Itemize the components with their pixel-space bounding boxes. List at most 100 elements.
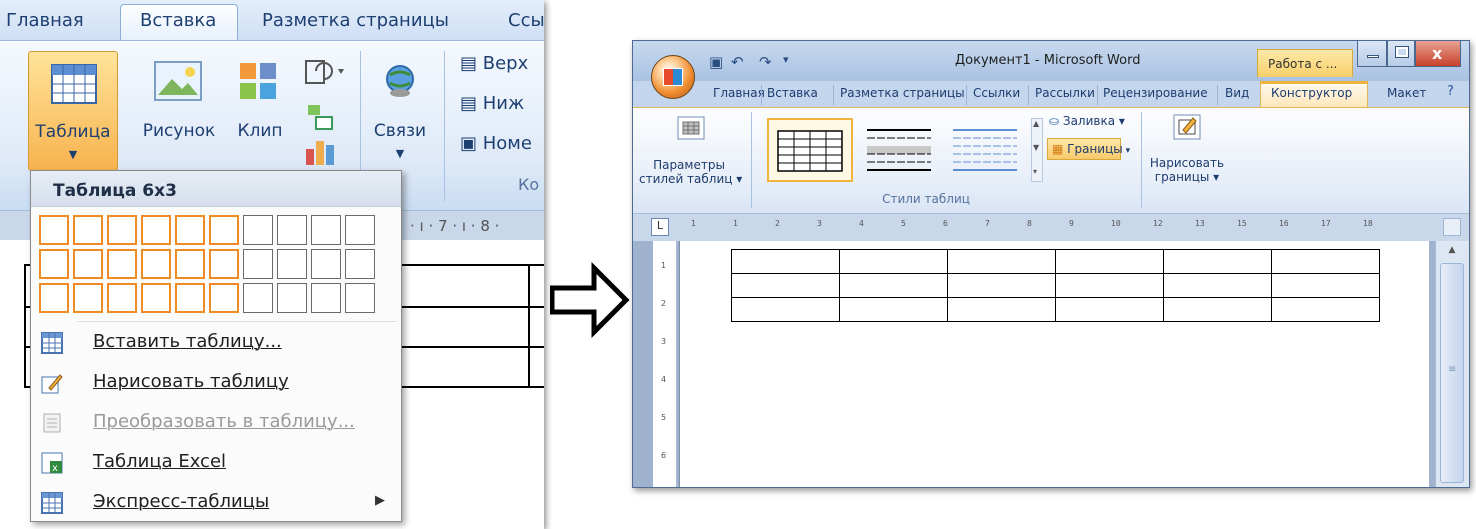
tab-home[interactable]: Главная bbox=[713, 86, 765, 100]
tab-references[interactable]: Ссылки bbox=[973, 86, 1020, 100]
excel-table-menu-item[interactable]: x Таблица Excel bbox=[31, 443, 401, 483]
table-cell[interactable] bbox=[839, 249, 948, 274]
grid-cell[interactable] bbox=[39, 249, 69, 279]
tab-selector-icon[interactable]: L bbox=[651, 218, 669, 236]
grid-cell[interactable] bbox=[277, 249, 307, 279]
table-cell[interactable] bbox=[947, 249, 1056, 274]
insert-table-menu-item[interactable]: Вставить таблицу... bbox=[31, 323, 401, 363]
help-icon[interactable]: ? bbox=[1447, 84, 1454, 99]
tab-review[interactable]: Рецензирование bbox=[1103, 86, 1208, 100]
office-button[interactable] bbox=[651, 55, 695, 99]
table-button[interactable]: Таблица ▼ bbox=[28, 51, 118, 171]
grid-cell[interactable] bbox=[345, 283, 375, 313]
tab-references[interactable]: Ссы bbox=[508, 10, 544, 31]
grid-cell[interactable] bbox=[209, 283, 239, 313]
draw-borders-button[interactable]: Нарисовать границы ▾ bbox=[1145, 108, 1229, 212]
footer-button[interactable]: ▤ Ниж bbox=[460, 93, 524, 114]
clip-button[interactable]: Клип bbox=[232, 51, 288, 161]
grid-cell[interactable] bbox=[39, 215, 69, 245]
grid-cell[interactable] bbox=[345, 215, 375, 245]
grid-cell[interactable] bbox=[243, 249, 273, 279]
scroll-up-icon[interactable]: ▲ bbox=[1440, 245, 1464, 261]
grid-cell[interactable] bbox=[277, 215, 307, 245]
grid-cell[interactable] bbox=[311, 283, 341, 313]
grid-cell[interactable] bbox=[141, 215, 171, 245]
grid-cell[interactable] bbox=[277, 283, 307, 313]
grid-cell[interactable] bbox=[107, 283, 137, 313]
redo-icon[interactable]: ↷ bbox=[759, 53, 772, 71]
scroll-thumb[interactable]: ≡ bbox=[1440, 263, 1464, 483]
table-cell[interactable] bbox=[1271, 249, 1380, 274]
table-cell[interactable] bbox=[731, 273, 840, 298]
table-cell[interactable] bbox=[1163, 249, 1272, 274]
table-style-options-button[interactable]: Параметры стилей таблиц ▾ bbox=[639, 108, 742, 212]
grid-cell[interactable] bbox=[39, 283, 69, 313]
header-button[interactable]: ▤ Верх bbox=[460, 53, 528, 74]
grid-cell[interactable] bbox=[73, 215, 103, 245]
shapes-icon bbox=[305, 60, 344, 84]
grid-cell[interactable] bbox=[107, 215, 137, 245]
table-cell[interactable] bbox=[839, 297, 948, 322]
grid-cell[interactable] bbox=[243, 215, 273, 245]
table-cell[interactable] bbox=[1055, 273, 1164, 298]
shading-button[interactable]: ⛀ Заливка ▾ bbox=[1049, 114, 1125, 128]
grid-cell[interactable] bbox=[345, 249, 375, 279]
table-size-grid[interactable] bbox=[39, 215, 379, 315]
table-cell[interactable] bbox=[947, 297, 1056, 322]
grid-cell[interactable] bbox=[141, 283, 171, 313]
table-cell[interactable] bbox=[839, 273, 948, 298]
tab-page-layout[interactable]: Разметка страницы bbox=[262, 10, 449, 31]
grid-cell[interactable] bbox=[209, 215, 239, 245]
convert-to-table-menu-item[interactable]: Преобразовать в таблицу... bbox=[31, 403, 401, 443]
minimize-button[interactable] bbox=[1357, 41, 1387, 67]
grid-cell[interactable] bbox=[209, 249, 239, 279]
tab-mailings[interactable]: Рассылки bbox=[1035, 86, 1095, 100]
vertical-scrollbar[interactable]: ▲ ≡ bbox=[1435, 241, 1469, 487]
picture-button[interactable]: Рисунок bbox=[134, 51, 224, 161]
save-icon[interactable]: ▣ bbox=[709, 53, 723, 71]
undo-icon[interactable]: ↶ bbox=[731, 53, 744, 71]
table-style-light[interactable] bbox=[943, 118, 1027, 182]
page-number-button[interactable]: ▣ Номе bbox=[460, 133, 532, 154]
qat-customize-icon[interactable]: ▾ bbox=[783, 53, 789, 66]
table-cell[interactable] bbox=[1163, 297, 1272, 322]
grid-cell[interactable] bbox=[175, 215, 205, 245]
links-button[interactable]: Связи ▼ bbox=[368, 51, 432, 161]
table-cell[interactable] bbox=[731, 297, 840, 322]
grid-cell[interactable] bbox=[175, 283, 205, 313]
grid-cell[interactable] bbox=[141, 249, 171, 279]
tab-page-layout[interactable]: Разметка страницы bbox=[840, 86, 965, 100]
tab-home[interactable]: Главная bbox=[6, 10, 84, 31]
table-cell[interactable] bbox=[1163, 273, 1272, 298]
table-style-grid[interactable] bbox=[767, 118, 853, 182]
group-separator bbox=[751, 112, 752, 208]
tab-insert[interactable]: Вставка bbox=[140, 10, 216, 31]
tab-layout[interactable]: Макет bbox=[1387, 86, 1426, 100]
grid-cell[interactable] bbox=[73, 249, 103, 279]
quick-tables-menu-item[interactable]: Экспресс-таблицы ▶ bbox=[31, 483, 401, 523]
tab-view[interactable]: Вид bbox=[1225, 86, 1249, 100]
document-table[interactable] bbox=[731, 249, 1380, 322]
table-cell[interactable] bbox=[731, 249, 840, 274]
grid-cell[interactable] bbox=[175, 249, 205, 279]
tab-design[interactable]: Конструктор bbox=[1271, 86, 1352, 100]
table-cell[interactable] bbox=[1271, 273, 1380, 298]
table-cell[interactable] bbox=[1055, 249, 1164, 274]
borders-button[interactable]: ▦ Границы ▾ bbox=[1047, 138, 1130, 160]
table-style-plain[interactable] bbox=[857, 118, 941, 182]
draw-table-menu-item[interactable]: Нарисовать таблицу bbox=[31, 363, 401, 403]
grid-cell[interactable] bbox=[107, 249, 137, 279]
table-cell[interactable] bbox=[1271, 297, 1380, 322]
view-ruler-icon[interactable] bbox=[1443, 218, 1461, 236]
grid-cell[interactable] bbox=[243, 283, 273, 313]
maximize-button[interactable] bbox=[1387, 41, 1415, 67]
grid-cell[interactable] bbox=[73, 283, 103, 313]
tab-insert[interactable]: Вставка bbox=[767, 86, 818, 100]
grid-cell[interactable] bbox=[311, 215, 341, 245]
table-cell[interactable] bbox=[1055, 297, 1164, 322]
grid-cell[interactable] bbox=[311, 249, 341, 279]
gallery-scroll[interactable]: ▲ ▼ ▾ bbox=[1031, 118, 1043, 182]
table-cell[interactable] bbox=[947, 273, 1056, 298]
window-title: Документ1 - Microsoft Word bbox=[955, 53, 1141, 68]
close-button[interactable]: x bbox=[1415, 41, 1461, 67]
